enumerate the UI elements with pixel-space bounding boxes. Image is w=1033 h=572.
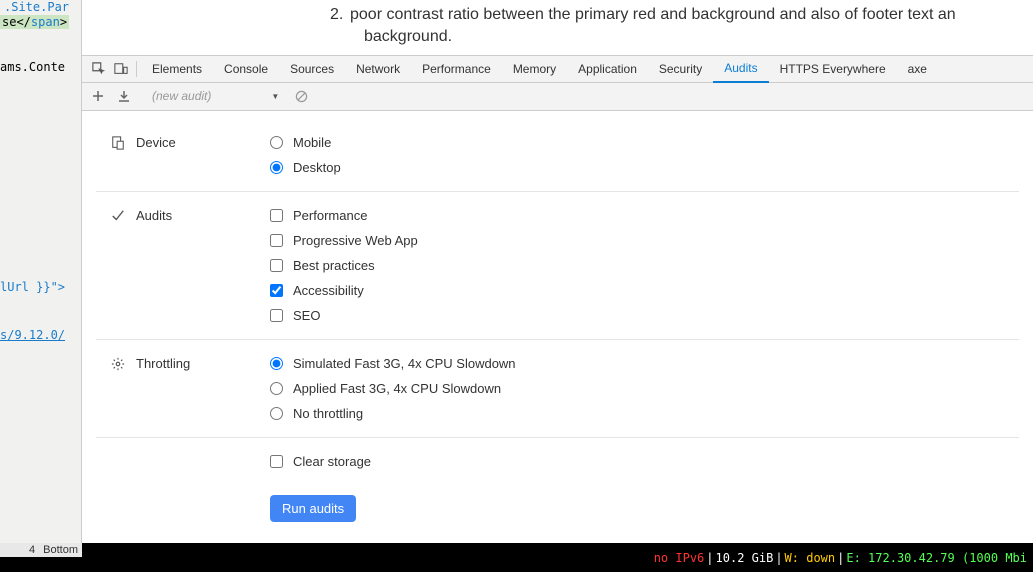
option-label: Clear storage (293, 454, 371, 469)
device-toolbar-icon[interactable] (110, 58, 132, 80)
option-label: Performance (293, 208, 367, 223)
audit-option-progressive-web-app[interactable]: Progressive Web App (270, 233, 1005, 248)
tab-audits[interactable]: Audits (713, 55, 768, 83)
clear-storage-option[interactable]: Clear storage (270, 454, 1005, 469)
audit-option-accessibility[interactable]: Accessibility (270, 283, 1005, 298)
audit-checkbox[interactable] (270, 209, 283, 222)
option-label: Desktop (293, 160, 341, 175)
tab-console[interactable]: Console (213, 55, 279, 83)
content-line: poor contrast ratio between the primary … (350, 6, 956, 23)
inspect-element-icon[interactable] (88, 58, 110, 80)
tab-memory[interactable]: Memory (502, 55, 567, 83)
device-radio[interactable] (270, 136, 283, 149)
throttling-radio[interactable] (270, 382, 283, 395)
audit-form: Device Mobile Desktop Audits Performance P… (82, 111, 1033, 543)
tab-https-everywhere[interactable]: HTTPS Everywhere (769, 55, 897, 83)
option-label: Accessibility (293, 283, 364, 298)
throttling-section: Throttling Simulated Fast 3G, 4x CPU Slo… (96, 340, 1019, 438)
throttling-radio[interactable] (270, 407, 283, 420)
throttling-radio[interactable] (270, 357, 283, 370)
run-audits-button[interactable]: Run audits (270, 495, 356, 522)
option-label: Best practices (293, 258, 375, 273)
audits-section: Audits Performance Progressive Web App Bes… (96, 192, 1019, 340)
audit-checkbox[interactable] (270, 234, 283, 247)
dropdown-placeholder: (new audit) (152, 89, 211, 103)
throttling-option-2[interactable]: No throttling (270, 406, 1005, 421)
throttling-option-0[interactable]: Simulated Fast 3G, 4x CPU Slowdown (270, 356, 1005, 371)
option-label: Simulated Fast 3G, 4x CPU Slowdown (293, 356, 516, 371)
audit-option-seo[interactable]: SEO (270, 308, 1005, 323)
download-icon[interactable] (114, 86, 134, 106)
device-icon (110, 135, 126, 151)
code-fragment: s/9.12.0/ (0, 328, 65, 342)
content-line: background. (364, 26, 1013, 48)
tab-application[interactable]: Application (567, 55, 648, 83)
devtools-tabbar: ElementsConsoleSourcesNetworkPerformance… (82, 55, 1033, 83)
chevron-down-icon: ▼ (271, 92, 279, 101)
option-label: Progressive Web App (293, 233, 418, 248)
system-status: no IPv6|10.2 GiB|W: down|E: 172.30.42.79… (654, 551, 1027, 565)
code-fragment: lUrl }}"> (0, 280, 65, 294)
list-number: 2. (330, 4, 350, 26)
option-label: No throttling (293, 406, 363, 421)
option-label: Mobile (293, 135, 331, 150)
editor-footer-fragment: 4 Bottom (0, 543, 82, 557)
main-panel: 2.poor contrast ratio between the primar… (82, 0, 1033, 543)
tab-axe[interactable]: axe (897, 55, 938, 83)
tab-security[interactable]: Security (648, 55, 713, 83)
cancel-icon[interactable] (291, 86, 311, 106)
code-fragment: .Site.Par (4, 0, 69, 14)
device-option-desktop[interactable]: Desktop (270, 160, 1005, 175)
section-label-text: Device (136, 135, 176, 150)
device-option-mobile[interactable]: Mobile (270, 135, 1005, 150)
code-fragment: se</span> (2, 15, 67, 29)
storage-section: Clear storage (96, 438, 1019, 485)
code-fragment: ams.Conte (0, 60, 65, 74)
audit-option-best-practices[interactable]: Best practices (270, 258, 1005, 273)
add-icon[interactable] (88, 86, 108, 106)
option-label: Applied Fast 3G, 4x CPU Slowdown (293, 381, 501, 396)
page-content-text: 2.poor contrast ratio between the primar… (82, 0, 1033, 55)
audit-checkbox[interactable] (270, 259, 283, 272)
tab-network[interactable]: Network (345, 55, 411, 83)
check-icon (110, 208, 126, 224)
audit-select-dropdown[interactable]: (new audit) ▼ (146, 89, 285, 103)
device-section: Device Mobile Desktop (96, 119, 1019, 192)
audit-option-performance[interactable]: Performance (270, 208, 1005, 223)
clear-storage-checkbox[interactable] (270, 455, 283, 468)
device-radio[interactable] (270, 161, 283, 174)
section-label-text: Audits (136, 208, 172, 223)
tab-performance[interactable]: Performance (411, 55, 502, 83)
audit-checkbox[interactable] (270, 284, 283, 297)
option-label: SEO (293, 308, 320, 323)
section-label-text: Throttling (136, 356, 190, 371)
tab-elements[interactable]: Elements (141, 55, 213, 83)
status-bar: 4 Bottom no IPv6|10.2 GiB|W: down|E: 172… (0, 543, 1033, 572)
gear-icon (110, 356, 126, 372)
source-sidebar: .Site.Par se</span> ams.Conte lUrl }}"> … (0, 0, 82, 543)
tab-sources[interactable]: Sources (279, 55, 345, 83)
throttling-option-1[interactable]: Applied Fast 3G, 4x CPU Slowdown (270, 381, 1005, 396)
audits-toolbar: (new audit) ▼ (82, 83, 1033, 111)
audit-checkbox[interactable] (270, 309, 283, 322)
